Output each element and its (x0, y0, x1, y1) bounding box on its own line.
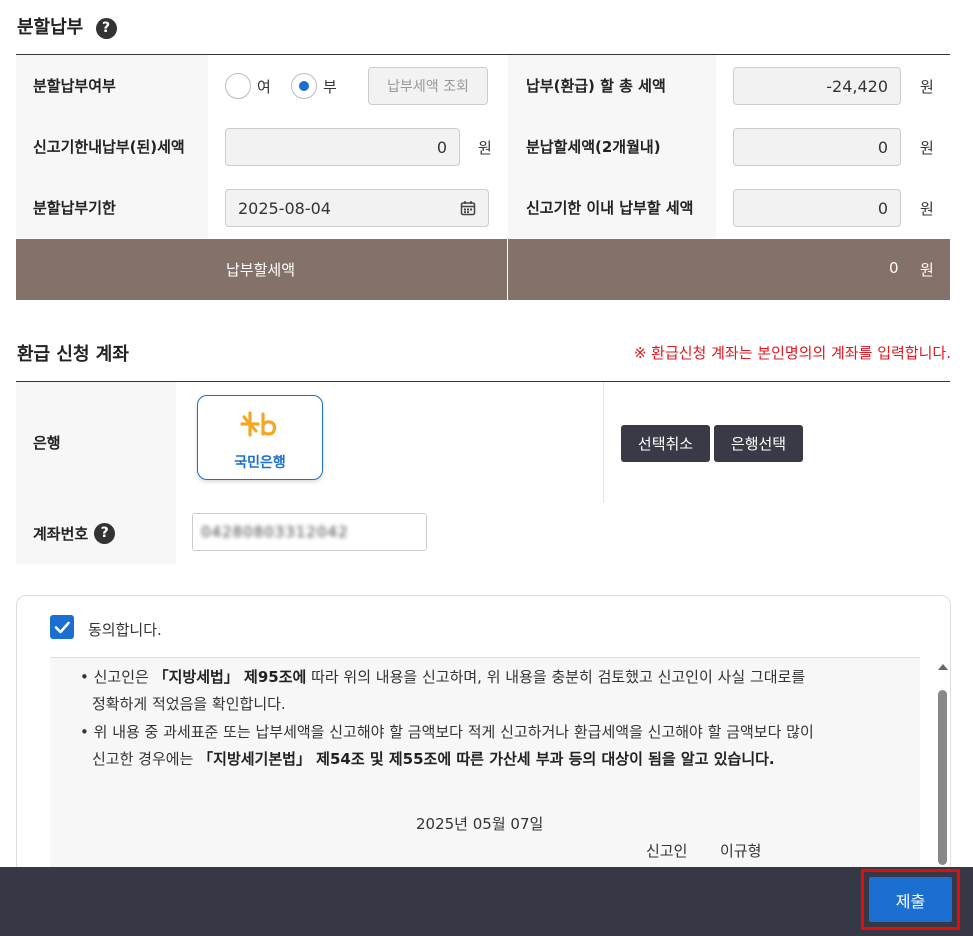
radio-yes-label[interactable]: 여 (257, 76, 271, 97)
tax-lookup-button[interactable]: 납부세액 조회 (368, 67, 488, 105)
total-tax-field: -24,420 (733, 67, 901, 105)
scroll-up-icon[interactable] (934, 660, 952, 674)
within-deadline-label: 신고기한 이내 납부할 세액 (508, 177, 716, 238)
bank-name: 국민은행 (234, 455, 286, 471)
agreement-line: • 위 내용 중 과세표준 또는 납부세액을 신고해야 할 금액보다 적게 신고… (80, 723, 814, 741)
agree-checkbox[interactable] (50, 615, 74, 639)
account-number-input[interactable]: 04280803312042 (192, 513, 427, 551)
payable-summary-value: 0 (889, 259, 899, 277)
bottom-bar (0, 867, 973, 936)
agreement-date: 2025년 05월 07일 (416, 815, 544, 833)
due-date-field[interactable]: 2025-08-04 (225, 189, 489, 227)
scroll-thumb[interactable] (938, 690, 947, 865)
deadline-paid-label: 신고기한내납부(된)세액 (16, 116, 208, 177)
payable-summary-row: 납부할세액 0 원 (16, 239, 950, 300)
summary-divider (507, 239, 508, 300)
agreement-text-area[interactable]: • 신고인은 「지방세법」 제95조에 따라 위의 내용을 신고하며, 위 내용… (50, 657, 948, 877)
split-tax-field[interactable]: 0 (733, 128, 901, 166)
agreement-line: 정확하게 적었음을 확인합니다. (92, 695, 286, 713)
bank-label: 은행 (16, 382, 176, 502)
unit-label: 원 (478, 139, 492, 157)
scrollbar[interactable] (934, 658, 952, 878)
installment-table: 분할납부여부 여 부 납부세액 조회 납부(환급) 할 총 세액 -24,420… (16, 54, 950, 300)
account-row: 계좌번호 ? 04280803312042 (16, 502, 950, 564)
payable-summary-label: 납부할세액 (226, 261, 296, 279)
calendar-icon[interactable] (460, 200, 476, 216)
due-date-label: 분할납부기한 (16, 177, 208, 238)
installment-row-paid: 신고기한내납부(된)세액 0 원 분납할세액(2개월내) 0 원 (16, 116, 950, 177)
refund-title: 환급 신청 계좌 (17, 344, 129, 365)
agreement-line: • 신고인은 「지방세법」 제95조에 따라 위의 내용을 신고하며, 위 내용… (80, 668, 806, 686)
account-number-value: 04280803312042 (201, 523, 349, 541)
radio-no-label[interactable]: 부 (323, 76, 337, 97)
kb-logo-icon (240, 411, 277, 437)
cancel-selection-button[interactable]: 선택취소 (621, 425, 710, 462)
installment-title: 분할납부 ? (17, 13, 117, 39)
installment-row-due: 분할납부기한 2025-08-04 신고기한 이내 납부할 세액 0 원 (16, 177, 950, 238)
split-tax-label: 분납할세액(2개월내) (508, 116, 716, 177)
installment-option-label: 분할납부여부 (16, 55, 208, 116)
unit-label: 원 (920, 78, 934, 96)
help-icon[interactable]: ? (95, 17, 117, 39)
payable-summary-unit: 원 (920, 261, 934, 279)
agree-label[interactable]: 동의합니다. (88, 619, 162, 640)
select-bank-button[interactable]: 은행선택 (714, 425, 803, 462)
declarant-name: 이규형 (720, 842, 762, 860)
bank-card[interactable]: 국민은행 (197, 395, 323, 480)
submit-button[interactable]: 제출 (869, 877, 952, 922)
installment-row-option: 분할납부여부 여 부 납부세액 조회 납부(환급) 할 총 세액 -24,420… (16, 55, 950, 116)
bank-row: 은행 국민은행 선택취소 은행선택 (16, 382, 950, 502)
deadline-paid-field: 0 (225, 128, 460, 166)
help-icon[interactable]: ? (94, 522, 116, 544)
refund-notice: ※ 환급신청 계좌는 본인명의의 계좌를 입력합니다. (633, 344, 951, 362)
radio-no[interactable] (291, 73, 317, 99)
unit-label: 원 (920, 139, 934, 157)
account-label: 계좌번호 ? (16, 502, 176, 564)
within-deadline-field: 0 (733, 189, 901, 227)
declarant-label: 신고인 (646, 842, 688, 860)
refund-table: 은행 국민은행 선택취소 은행선택 계좌번호 ? 04280803312042 (16, 381, 950, 564)
due-date-value: 2025-08-04 (238, 198, 331, 218)
check-icon (54, 621, 70, 634)
submit-highlight: 제출 (861, 869, 960, 930)
agreement-line: 신고한 경우에는 「지방세기본법」 제54조 및 제55조에 따른 가산세 부과… (92, 750, 775, 768)
radio-yes[interactable] (225, 73, 251, 99)
total-tax-label: 납부(환급) 할 총 세액 (508, 55, 716, 116)
unit-label: 원 (920, 200, 934, 218)
